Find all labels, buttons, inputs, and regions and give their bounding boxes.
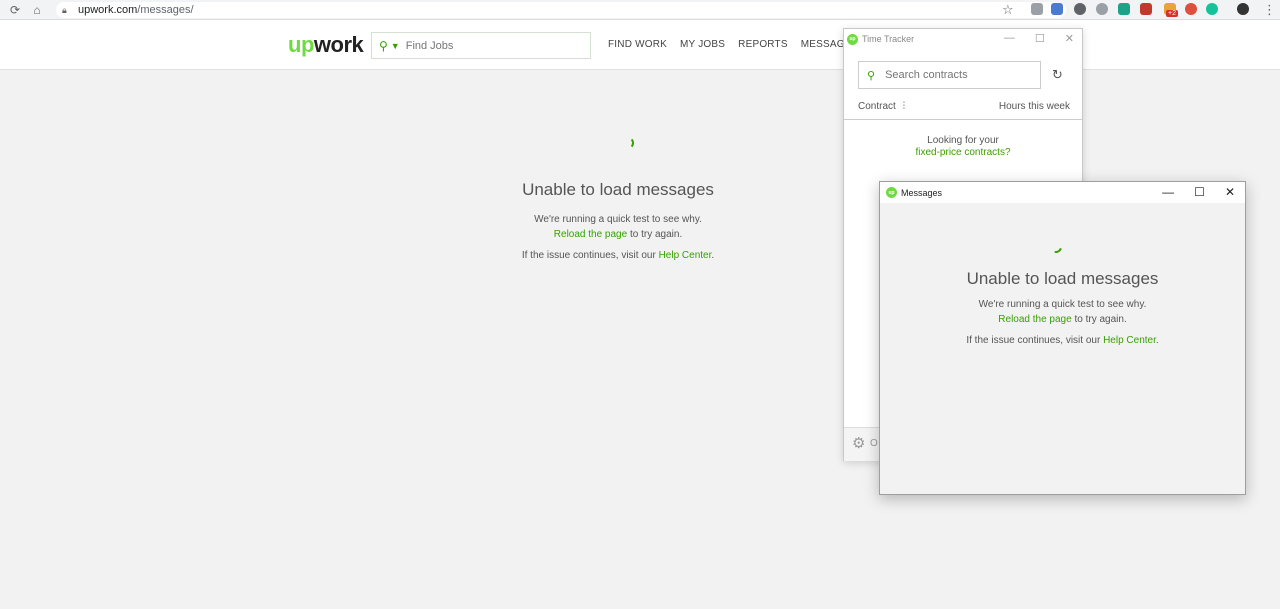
- minimize-icon[interactable]: —: [1162, 185, 1174, 199]
- shield-icon[interactable]: [1031, 3, 1043, 15]
- reload-hint: Reload the page to try again.: [553, 229, 683, 240]
- fixed-price-hint: Looking for your fixed-price contracts?: [844, 135, 1082, 159]
- reload-icon[interactable]: ⟳: [8, 3, 22, 17]
- minimize-icon[interactable]: —: [1004, 32, 1015, 45]
- maximize-icon[interactable]: ☐: [1035, 32, 1045, 45]
- lock-icon: 🔒︎: [62, 4, 67, 15]
- footer-label: O: [870, 438, 878, 449]
- search-input[interactable]: [405, 39, 576, 52]
- search-icon: ⚲: [867, 69, 876, 82]
- contract-columns: Contract ⫶ Hours this week: [858, 101, 1070, 112]
- error-title: Unable to load messages: [966, 269, 1159, 288]
- nav-find-work[interactable]: FIND WORK: [608, 39, 667, 50]
- chevron-down-icon[interactable]: ▼: [391, 41, 400, 51]
- url-host: upwork.com: [78, 4, 138, 16]
- globe-icon[interactable]: [1096, 3, 1108, 15]
- loading-spinner: [622, 137, 634, 149]
- menu-kebab-icon[interactable]: ⋮: [1263, 2, 1276, 18]
- address-bar[interactable]: 🔒︎ upwork.com/messages/: [56, 2, 1066, 18]
- time-tracker-title: Time Tracker: [862, 34, 915, 44]
- col-contract[interactable]: Contract ⫶: [858, 101, 905, 112]
- messages-window: up Messages — ☐ ✕ Unable to load message…: [879, 181, 1246, 495]
- bookmark-star-icon[interactable]: ☆: [1002, 2, 1014, 18]
- translate-icon[interactable]: [1051, 3, 1063, 15]
- upwork-app-icon: up: [847, 33, 858, 45]
- url-path: /messages/: [137, 4, 194, 16]
- main-nav: FIND WORK MY JOBS REPORTS MESSAGES: [608, 39, 858, 50]
- note-icon[interactable]: [1118, 3, 1130, 15]
- fixed-price-link[interactable]: fixed-price contracts?: [844, 147, 1082, 159]
- upwork-logo[interactable]: upwork: [288, 32, 364, 58]
- contract-search-input[interactable]: [885, 69, 1036, 81]
- error-message: We're running a quick test to see why.: [978, 299, 1147, 310]
- help-hint: If the issue continues, visit our Help C…: [966, 335, 1159, 346]
- help-center-link[interactable]: Help Center: [1103, 335, 1156, 346]
- extension-badge: +2: [1166, 10, 1178, 17]
- chrome-icon[interactable]: [1185, 3, 1197, 15]
- reload-hint: Reload the page to try again.: [998, 314, 1127, 325]
- maximize-icon[interactable]: ☐: [1194, 185, 1205, 199]
- nav-my-jobs[interactable]: MY JOBS: [680, 39, 725, 50]
- reload-link[interactable]: Reload the page: [554, 229, 627, 240]
- help-center-link[interactable]: Help Center: [659, 250, 712, 261]
- sort-filter-icon[interactable]: ⫶: [903, 101, 906, 112]
- gear-icon[interactable]: ⚙: [852, 434, 865, 452]
- window-controls: — ☐ ✕: [1162, 185, 1235, 199]
- upwork-app-icon: up: [886, 187, 897, 198]
- loading-spinner: [1047, 238, 1065, 256]
- reload-link[interactable]: Reload the page: [998, 314, 1071, 325]
- grammarly-icon[interactable]: [1206, 3, 1218, 15]
- gift-icon[interactable]: [1140, 3, 1152, 15]
- profile-avatar[interactable]: [1237, 3, 1249, 15]
- job-search: ⚲ ▼: [371, 32, 591, 59]
- help-hint: If the issue continues, visit our Help C…: [521, 250, 715, 261]
- bulb-icon[interactable]: [1074, 3, 1086, 15]
- col-hours: Hours this week: [998, 101, 1070, 112]
- contract-search: ⚲: [858, 61, 1041, 89]
- nav-reports[interactable]: REPORTS: [738, 39, 788, 50]
- messages-title: Messages: [901, 187, 943, 198]
- home-icon[interactable]: ⌂: [30, 3, 44, 17]
- window-controls: — ☐ ✕: [1004, 32, 1074, 45]
- site-header: upwork ⚲ ▼ FIND WORK MY JOBS REPORTS MES…: [0, 20, 1280, 70]
- refresh-icon[interactable]: ↻: [1052, 67, 1063, 83]
- divider: [844, 119, 1082, 120]
- browser-toolbar: ⟳ ⌂ 🔒︎ upwork.com/messages/ ☆ +2 ⋮: [0, 0, 1280, 20]
- error-title: Unable to load messages: [522, 180, 714, 199]
- error-message: We're running a quick test to see why.: [534, 214, 702, 225]
- close-icon[interactable]: ✕: [1065, 32, 1074, 45]
- close-icon[interactable]: ✕: [1225, 185, 1235, 199]
- search-icon[interactable]: ⚲: [379, 39, 388, 53]
